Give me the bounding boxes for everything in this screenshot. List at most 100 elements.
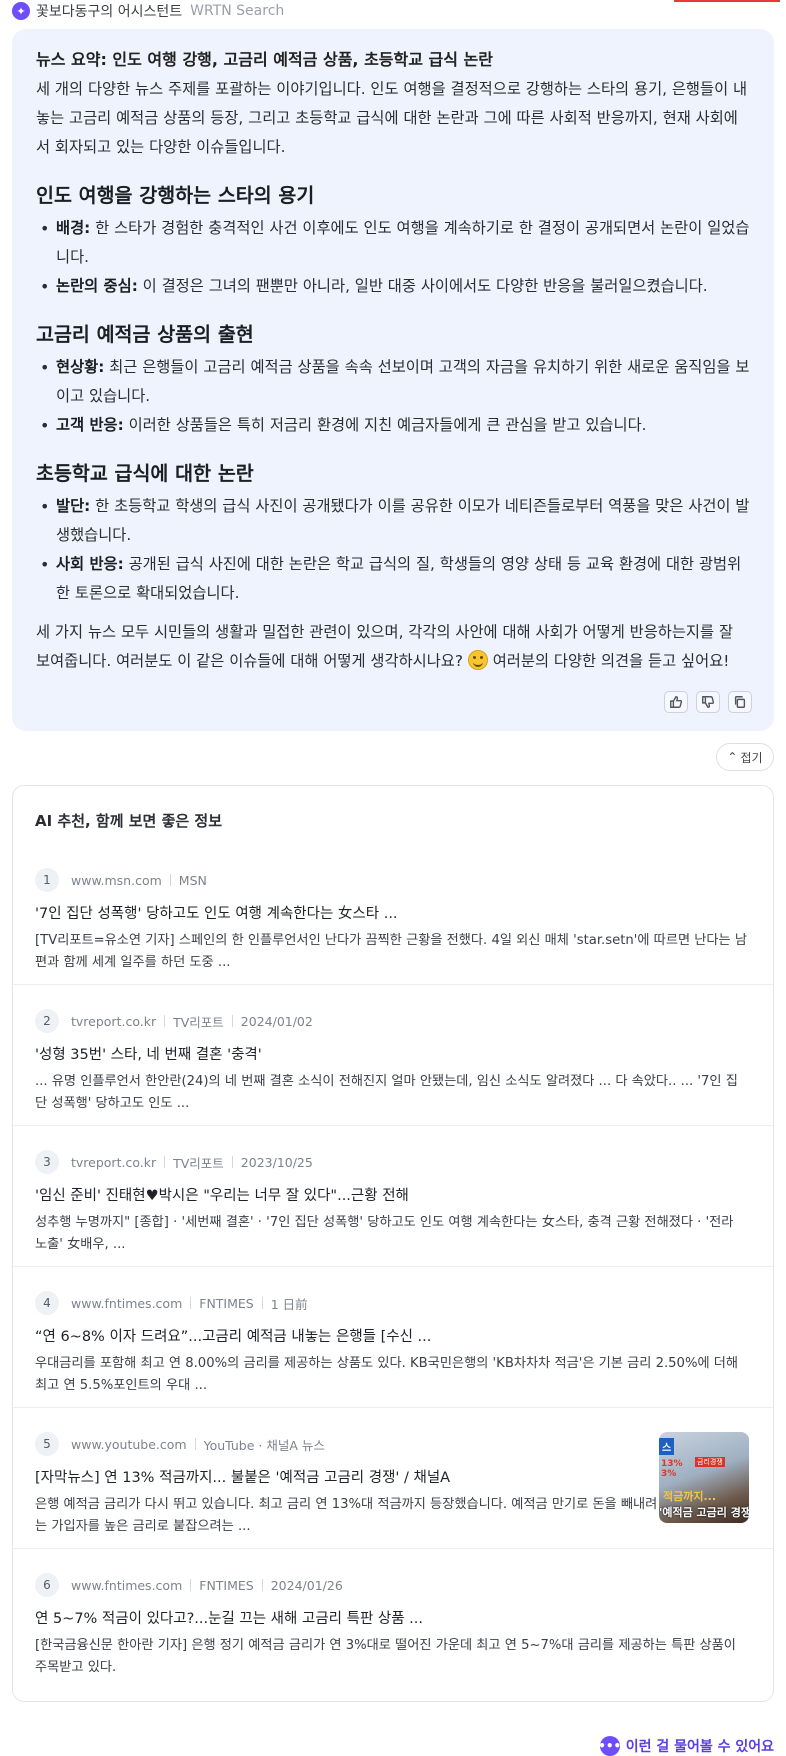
bullet-item: 고객 반응: 이러한 상품들은 특히 저금리 환경에 지친 예금자들에게 큰 관… (40, 411, 750, 440)
bullet-text: 한 스타가 경험한 충격적인 사건 이후에도 인도 여행을 계속하기로 한 결정… (56, 219, 750, 266)
assistant-avatar-icon: ✦ (12, 2, 30, 20)
bullet-label: 고객 반응: (56, 416, 124, 434)
result-meta: 4 www.fntimes.com FNTIMES 1 日前 (35, 1291, 308, 1315)
bullet-label: 현상황: (56, 358, 105, 376)
result-snippet: 은행 예적금 금리가 다시 뛰고 있습니다. 최고 금리 연 13%대 적금까지… (35, 1497, 658, 1534)
bullet-label: 사회 반응: (56, 555, 124, 573)
copy-button[interactable] (728, 691, 752, 713)
chat-bubble-icon: ••• (598, 1736, 621, 1756)
result-source: YouTube · 채널A 뉴스 (203, 1437, 325, 1453)
bullet-text: 한 초등학교 학생의 급식 사진이 공개됐다가 이를 공유한 이모가 네티즌들로… (56, 497, 750, 544)
result-date: 2023/10/25 (240, 1154, 313, 1170)
result-number: 2 (35, 1009, 59, 1033)
bullet-text: 공개된 급식 사진에 대한 논란은 학교 급식의 질, 학생들의 영양 상태 등… (56, 555, 742, 602)
thumb-caption-2: '예적금 고금리 경쟁 (659, 1506, 749, 1519)
section-heading: 인도 여행을 강행하는 스타의 용기 (36, 184, 315, 207)
top-accent-bar (674, 0, 780, 2)
result-title-link[interactable]: “연 6~8% 이자 드려요”...고금리 예적금 내놓는 은행들 [수신 ..… (35, 1325, 431, 1346)
meta-divider (231, 1156, 233, 1168)
result-date: 2024/01/02 (240, 1013, 313, 1029)
result-meta: 1 www.msn.com MSN (35, 868, 207, 892)
result-source: FNTIMES (199, 1295, 254, 1311)
bullet-text: 최근 은행들이 고금리 예적금 상품을 속속 선보이며 고객의 자금을 유치하기… (56, 358, 750, 405)
meta-divider (169, 874, 171, 886)
assistant-name: 꽃보다동구의 어시스턴트 (36, 4, 183, 20)
bullet-list: 발단: 한 초등학교 학생의 급식 사진이 공개됐다가 이를 공유한 이모가 네… (36, 492, 750, 608)
result-snippet: [한국금융신문 한아란 기자] 은행 정기 예적금 금리가 연 3%대로 떨어진… (35, 1638, 736, 1675)
result-number: 1 (35, 868, 59, 892)
result-number: 3 (35, 1150, 59, 1174)
bullet-item: 현상황: 최근 은행들이 고금리 예적금 상품을 속속 선보이며 고객의 자금을… (40, 353, 750, 411)
summary-intro: 세 개의 다양한 뉴스 주제를 포괄하는 이야기입니다. 인도 여행을 결정적으… (36, 80, 748, 156)
thumbs-down-icon (702, 696, 715, 708)
result-title-link[interactable]: [자막뉴스] 연 13% 적금까지... 불붙은 '예적금 고금리 경쟁' / … (35, 1466, 450, 1487)
thumbs-down-button[interactable] (696, 691, 720, 713)
result-item[interactable]: 3 tvreport.co.kr TV리포트 2023/10/25 '임신 준비… (13, 1126, 773, 1267)
result-snippet: [TV리포트=유소연 기자] 스페인의 한 인플루언서인 난다가 끔찍한 근황을… (35, 933, 747, 970)
bullet-item: 논란의 중심: 이 결정은 그녀의 팬뿐만 아니라, 일반 대중 사이에서도 다… (40, 272, 750, 301)
answer-actions (664, 691, 752, 713)
result-title-link[interactable]: '7인 집단 성폭행' 당하고도 인도 여행 계속한다는 女스타 ... (35, 902, 398, 923)
bullet-label: 논란의 중심: (56, 277, 138, 295)
related-title: AI 추천, 함께 보면 좋은 정보 (35, 812, 222, 830)
result-item[interactable]: 5 www.youtube.com YouTube · 채널A 뉴스 [자막뉴스… (13, 1408, 773, 1549)
result-item[interactable]: 6 www.fntimes.com FNTIMES 2024/01/26 연 5… (13, 1549, 773, 1690)
thumbs-up-button[interactable] (664, 691, 688, 713)
assistant-header: ✦ 꽃보다동구의 어시스턴트 WRTN Search (12, 0, 284, 22)
chevron-up-icon: ⌃ (727, 750, 738, 764)
meta-divider (164, 1156, 166, 1168)
meta-divider (190, 1297, 192, 1309)
collapse-label: 접기 (740, 750, 763, 765)
result-source: FNTIMES (199, 1577, 254, 1593)
result-item[interactable]: 1 www.msn.com MSN '7인 집단 성폭행' 당하고도 인도 여행… (13, 844, 773, 985)
summary-title: 뉴스 요약: 인도 여행 강행, 고금리 예적금 상품, 초등학교 급식 논란 (36, 50, 493, 69)
result-domain: tvreport.co.kr (71, 1154, 157, 1170)
collapse-button[interactable]: ⌃ 접기 (716, 743, 774, 771)
thumb-rate: 13% 3% (661, 1459, 683, 1479)
section-heading: 고금리 예적금 상품의 출현 (36, 323, 254, 346)
video-thumbnail[interactable]: 스 13% 3% 금리경쟁 적금까지... '예적금 고금리 경쟁 (659, 1432, 749, 1523)
result-meta: 3 tvreport.co.kr TV리포트 2023/10/25 (35, 1150, 313, 1174)
result-snippet: ... 유명 인플루언서 한안란(24)의 네 번째 결혼 소식이 전해진지 얼… (35, 1074, 738, 1111)
result-meta: 5 www.youtube.com YouTube · 채널A 뉴스 (35, 1432, 325, 1456)
result-title-link[interactable]: '성형 35번' 스타, 네 번째 결혼 '충격' (35, 1043, 262, 1064)
result-domain: www.fntimes.com (71, 1577, 183, 1593)
summary-closing: 세 가지 뉴스 모두 시민들의 생활과 밀접한 관련이 있으며, 각각의 사안에… (36, 618, 750, 676)
suggested-questions-label: 이런 걸 물어볼 수 있어요 (625, 1739, 774, 1755)
copy-icon (734, 696, 746, 708)
brand-label: WRTN Search (190, 3, 285, 19)
result-number: 4 (35, 1291, 59, 1315)
meta-divider (194, 1438, 196, 1450)
result-date: 2024/01/26 (270, 1577, 343, 1593)
result-meta: 6 www.fntimes.com FNTIMES 2024/01/26 (35, 1573, 343, 1597)
closing-text-end: 여러분의 다양한 의견을 듣고 싶어요! (487, 652, 730, 670)
result-source: TV리포트 (173, 1155, 224, 1171)
result-source: TV리포트 (173, 1014, 224, 1030)
meta-divider (190, 1579, 192, 1591)
bullet-text: 이 결정은 그녀의 팬뿐만 아니라, 일반 대중 사이에서도 다양한 반응을 불… (137, 277, 708, 295)
thumb-tag: 금리경쟁 (695, 1457, 725, 1467)
bullet-item: 사회 반응: 공개된 급식 사진에 대한 논란은 학교 급식의 질, 학생들의 … (40, 550, 750, 608)
related-results-card: AI 추천, 함께 보면 좋은 정보 1 www.msn.com MSN '7인… (12, 785, 774, 1702)
bullet-label: 배경: (56, 219, 91, 237)
result-domain: www.msn.com (71, 872, 162, 888)
result-item[interactable]: 4 www.fntimes.com FNTIMES 1 日前 “연 6~8% 이… (13, 1267, 773, 1408)
result-title-link[interactable]: 연 5~7% 적금이 있다고?...눈길 끄는 새해 고금리 특판 상품 ... (35, 1607, 423, 1628)
result-domain: www.fntimes.com (71, 1295, 183, 1311)
meta-divider (231, 1015, 233, 1027)
suggested-questions-link[interactable]: ••• 이런 걸 물어볼 수 있어요 (598, 1736, 774, 1756)
thumb-rate-2: 3% (661, 1469, 677, 1479)
bullet-item: 배경: 한 스타가 경험한 충격적인 사건 이후에도 인도 여행을 계속하기로 … (40, 214, 750, 272)
meta-divider (261, 1297, 263, 1309)
thumb-rate-1: 13% (661, 1459, 683, 1469)
result-title-link[interactable]: '임신 준비' 진태현♥박시은 "우리는 너무 잘 있다"...근황 전해 (35, 1184, 409, 1205)
answer-card: 뉴스 요약: 인도 여행 강행, 고금리 예적금 상품, 초등학교 급식 논란 … (12, 29, 774, 731)
result-meta: 2 tvreport.co.kr TV리포트 2024/01/02 (35, 1009, 313, 1033)
result-number: 6 (35, 1573, 59, 1597)
result-domain: tvreport.co.kr (71, 1013, 157, 1029)
bullet-text: 이러한 상품들은 특히 저금리 환경에 지친 예금자들에게 큰 관심을 받고 있… (123, 416, 647, 434)
result-snippet: 성추행 누명까지" [종합] · '세번째 결혼' · '7인 집단 성폭행' … (35, 1215, 734, 1252)
meta-divider (261, 1579, 263, 1591)
bullet-item: 발단: 한 초등학교 학생의 급식 사진이 공개됐다가 이를 공유한 이모가 네… (40, 492, 750, 550)
result-item[interactable]: 2 tvreport.co.kr TV리포트 2024/01/02 '성형 35… (13, 985, 773, 1126)
